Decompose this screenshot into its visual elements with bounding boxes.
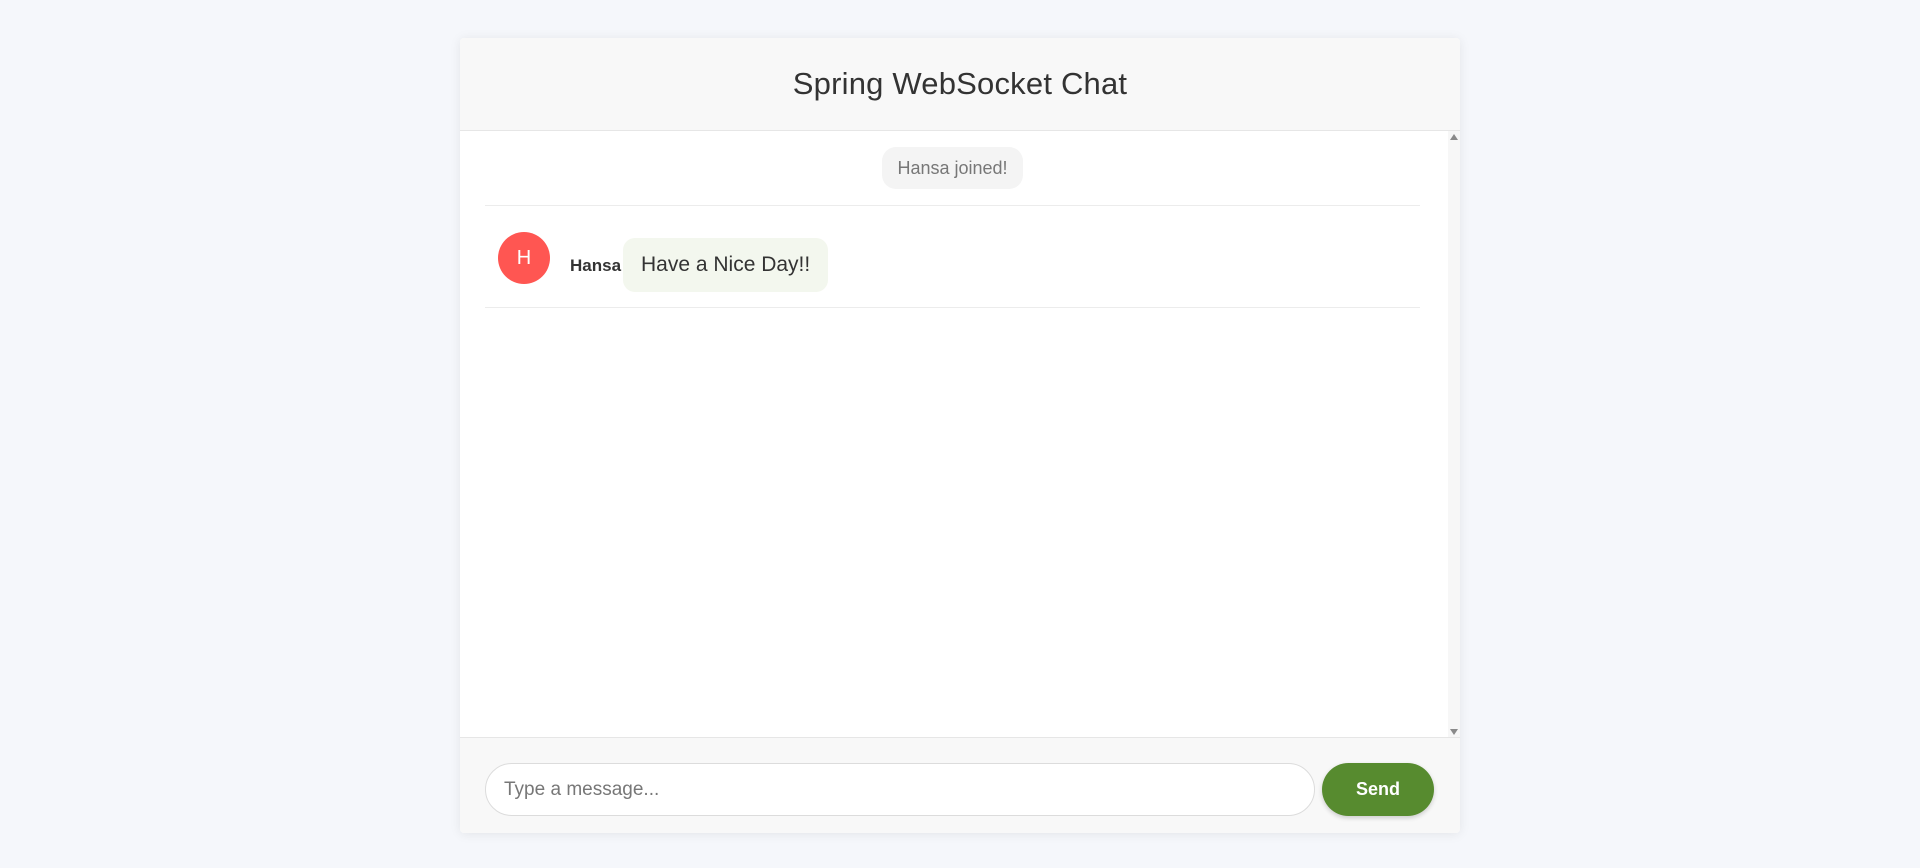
message-input[interactable] xyxy=(485,763,1315,816)
message-list: Hansa joined! H Hansa Have a Nice Day!! xyxy=(485,131,1420,308)
chat-header: Spring WebSocket Chat xyxy=(460,38,1460,131)
scroll-down-arrow-icon[interactable] xyxy=(1450,729,1458,735)
avatar: H xyxy=(498,232,550,284)
message-area[interactable]: Hansa joined! H Hansa Have a Nice Day!! xyxy=(460,131,1460,737)
event-message: Hansa joined! xyxy=(485,131,1420,206)
event-message-text: Hansa joined! xyxy=(882,147,1023,189)
chat-message: H Hansa Have a Nice Day!! xyxy=(485,206,1420,308)
message-bubble: Have a Nice Day!! xyxy=(623,238,829,292)
scrollbar[interactable] xyxy=(1448,131,1460,737)
chat-container: Spring WebSocket Chat Hansa joined! H Ha… xyxy=(460,38,1460,833)
message-form: Send xyxy=(460,737,1460,833)
send-button[interactable]: Send xyxy=(1322,763,1434,816)
sender-name: Hansa xyxy=(570,256,622,275)
page-title: Spring WebSocket Chat xyxy=(792,66,1128,101)
scroll-up-arrow-icon[interactable] xyxy=(1450,134,1458,140)
